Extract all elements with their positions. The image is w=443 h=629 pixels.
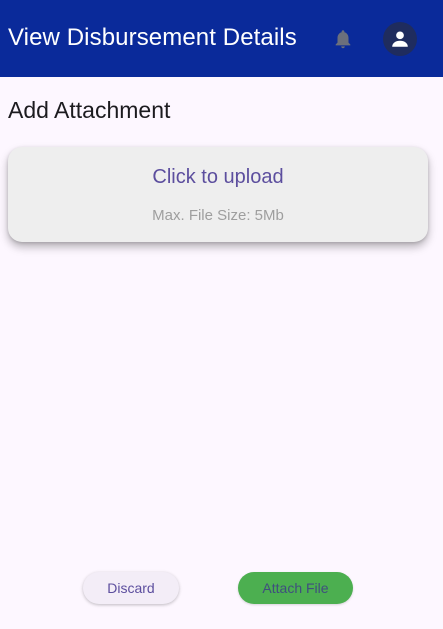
app-screen: View Disbursement Details Add Attachment… — [0, 0, 443, 629]
notifications-button[interactable] — [330, 26, 356, 52]
profile-avatar-button[interactable] — [383, 22, 417, 56]
account-circle-icon — [392, 31, 408, 47]
app-bar: View Disbursement Details — [0, 0, 443, 77]
upload-dropzone[interactable]: Click to upload Max. File Size: 5Mb — [8, 147, 428, 242]
attach-file-button[interactable]: Attach File — [238, 572, 353, 604]
section-title: Add Attachment — [8, 97, 171, 123]
page-title: View Disbursement Details — [8, 24, 297, 51]
upload-size-hint: Max. File Size: 5Mb — [152, 207, 284, 224]
bell-icon — [335, 30, 351, 49]
discard-button[interactable]: Discard — [83, 572, 179, 604]
upload-label: Click to upload — [152, 166, 284, 188]
